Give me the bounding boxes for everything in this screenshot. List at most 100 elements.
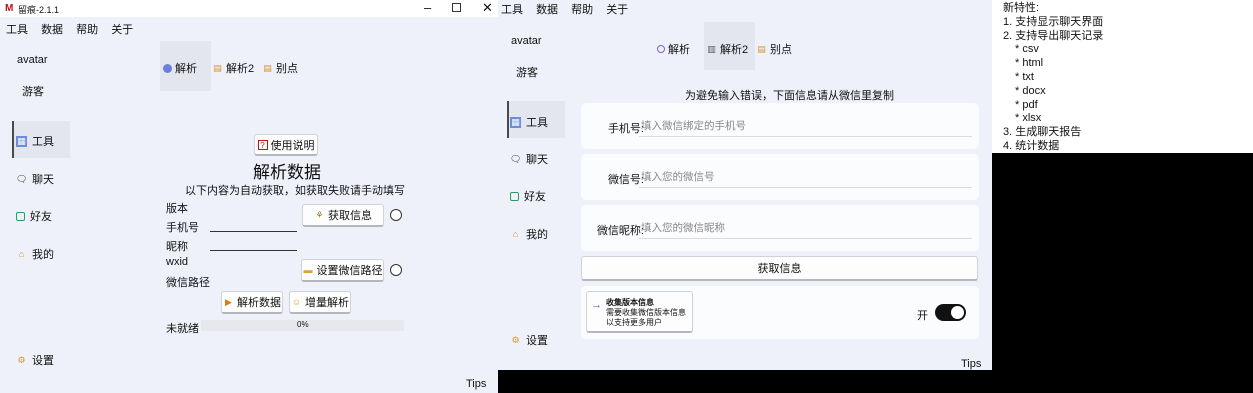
tab-parse2[interactable]: ▤ 解析2 — [212, 60, 254, 76]
warning-icon: ▤ — [263, 62, 272, 73]
get-info-radio[interactable] — [390, 209, 402, 221]
wechat-id-card: 微信号: 填入您的微信号 — [581, 154, 979, 200]
sidebar-item-tools[interactable]: ▦ 工具 — [16, 133, 54, 149]
label-version: 版本 — [166, 203, 188, 215]
sidebar-item-friends[interactable]: 好友 — [16, 208, 52, 224]
smile-icon: ☺ — [291, 296, 302, 307]
maximize-icon[interactable] — [452, 3, 461, 12]
sidebar-item-chat[interactable]: 🗨 聊天 — [16, 171, 54, 187]
changelog-line: 1. 支持显示聊天界面 — [1003, 15, 1104, 28]
avatar[interactable]: avatar — [17, 54, 48, 66]
tools-icon-2: ▦ — [510, 116, 521, 128]
gear-icon: ⚙ — [17, 354, 26, 365]
close-icon[interactable]: ✕ — [482, 0, 493, 16]
arrow-right-icon: → — [591, 299, 602, 311]
tab-parse[interactable]: 解析 — [163, 60, 197, 76]
get-info-button-2[interactable]: 获取信息 — [581, 256, 978, 281]
avatar-2[interactable]: avatar — [511, 35, 542, 47]
app-window-1: M 留痕-2.1.1 – ✕ 工具 数据 帮助 关于 avatar 游客 ▦ 工… — [0, 0, 498, 393]
tips-link[interactable]: Tips — [466, 378, 486, 390]
menu-tools-2[interactable]: 工具 — [501, 4, 523, 16]
set-path-radio[interactable] — [390, 264, 402, 276]
tab-dont-click-2[interactable]: ▤ 别点 — [756, 41, 792, 57]
minimize-icon[interactable]: – — [424, 0, 431, 15]
title-bar: M 留痕-2.1.1 – ✕ — [0, 0, 498, 17]
menu-help[interactable]: 帮助 — [76, 24, 98, 36]
toggle-label: 开 — [917, 310, 928, 322]
label-phone: 手机号 — [166, 222, 199, 234]
sidebar-indicator — [12, 121, 14, 158]
sidebar-item-chat-2[interactable]: 🗨 聊天 — [510, 151, 548, 167]
tab-parse-2[interactable]: 解析 — [657, 41, 690, 57]
status-text: 未就绪 — [166, 323, 199, 335]
notice-text: 为避免输入错误，下面信息请从微信里复制 — [685, 90, 894, 102]
menu-help-2[interactable]: 帮助 — [571, 4, 593, 16]
incremental-parse-button[interactable]: ☺ 增量解析 — [289, 291, 351, 314]
set-path-button[interactable]: ▬ 设置微信路径 — [301, 259, 384, 282]
nickname-label: 微信昵称: — [596, 225, 644, 237]
username-2: 游客 — [516, 67, 538, 79]
home-icon: ⌂ — [18, 248, 25, 259]
warning-icon-2: ▤ — [757, 43, 766, 54]
get-info-button[interactable]: ⚘ 获取信息 — [302, 204, 384, 227]
home-icon-2: ⌂ — [512, 228, 519, 239]
phone-input[interactable] — [210, 218, 297, 232]
sidebar-item-friends-2[interactable]: 好友 — [510, 188, 546, 204]
nickname-field[interactable]: 填入您的微信昵称 — [639, 219, 972, 239]
progress-text: 0% — [297, 320, 309, 329]
sidebar-item-tools-2[interactable]: ▦ 工具 — [510, 114, 548, 130]
changelog-panel: 新特性: 1. 支持显示聊天界面 2. 支持导出聊天记录 * csv * htm… — [992, 0, 1253, 153]
label-nickname: 昵称 — [166, 241, 188, 253]
menu-bar: 工具 数据 帮助 关于 — [6, 21, 143, 37]
friends-icon — [16, 211, 25, 221]
progress-bar: 0% — [201, 320, 404, 331]
app-window-2: 工具 数据 帮助 关于 avatar 游客 解析 ▥ 解析2 ▤ 别点 ▦ 工具… — [498, 0, 992, 370]
label-wxid: wxid — [166, 256, 189, 268]
question-icon: ? — [257, 139, 268, 150]
changelog-line: * csv — [1015, 43, 1039, 56]
menu-tools[interactable]: 工具 — [6, 24, 28, 36]
menu-bar-2: 工具 数据 帮助 关于 — [501, 1, 638, 17]
changelog-line: * xlsx — [1015, 112, 1042, 125]
nickname-input[interactable] — [210, 237, 297, 251]
changelog-line: * docx — [1015, 84, 1046, 97]
changelog-line: 3. 生成聊天报告 — [1003, 126, 1082, 139]
sidebar-indicator-2 — [507, 101, 509, 138]
help-button[interactable]: ? 使用说明 — [254, 134, 318, 156]
sidebar-item-settings-2[interactable]: ⚙ 设置 — [510, 332, 548, 348]
changelog-line: * pdf — [1015, 98, 1038, 111]
app-logo-icon: M — [5, 3, 14, 14]
chat-icon: 🗨 — [16, 173, 28, 184]
window-title: 留痕-2.1.1 — [18, 5, 60, 15]
menu-about[interactable]: 关于 — [111, 24, 133, 36]
sidebar-item-settings[interactable]: ⚙ 设置 — [16, 352, 54, 368]
menu-about-2[interactable]: 关于 — [606, 4, 628, 16]
play-icon: ▶ — [225, 296, 232, 307]
sidebar-item-mine-2[interactable]: ⌂ 我的 — [510, 226, 548, 242]
phone-field[interactable]: 填入微信绑定的手机号 — [639, 117, 972, 137]
parse-icon — [163, 63, 172, 73]
changelog-line: 4. 统计数据 — [1003, 139, 1060, 152]
collect-version-button[interactable]: → 收集版本信息 需要收集微信版本信息以支持更多用户 — [586, 291, 693, 333]
tips-link-2[interactable]: Tips — [961, 358, 981, 370]
collect-card: → 收集版本信息 需要收集微信版本信息以支持更多用户 开 — [581, 286, 979, 339]
gear-icon-2: ⚙ — [511, 334, 520, 345]
bank-icon: ▥ — [707, 43, 716, 54]
wechat-id-field[interactable]: 填入您的微信号 — [639, 168, 972, 188]
get-info-icon: ⚘ — [315, 209, 324, 220]
changelog-title: 新特性: — [1003, 2, 1040, 14]
collect-desc: 需要收集微信版本信息以支持更多用户 — [606, 308, 686, 327]
menu-data-2[interactable]: 数据 — [536, 4, 558, 16]
tools-icon: ▦ — [16, 135, 27, 147]
changelog-line: * txt — [1015, 70, 1034, 83]
changelog-line: 2. 支持导出聊天记录 — [1003, 29, 1104, 42]
chat-icon-2: 🗨 — [510, 153, 522, 164]
folder-open-icon: ▬ — [303, 264, 313, 275]
tab-parse2-2[interactable]: ▥ 解析2 — [706, 41, 748, 57]
collect-toggle[interactable] — [935, 304, 966, 321]
menu-data[interactable]: 数据 — [41, 24, 63, 36]
sidebar-item-mine[interactable]: ⌂ 我的 — [16, 246, 54, 262]
tab-dont-click[interactable]: ▤ 别点 — [262, 60, 298, 76]
parse-data-button[interactable]: ▶ 解析数据 — [221, 291, 283, 314]
changelog-line: * html — [1015, 57, 1044, 70]
